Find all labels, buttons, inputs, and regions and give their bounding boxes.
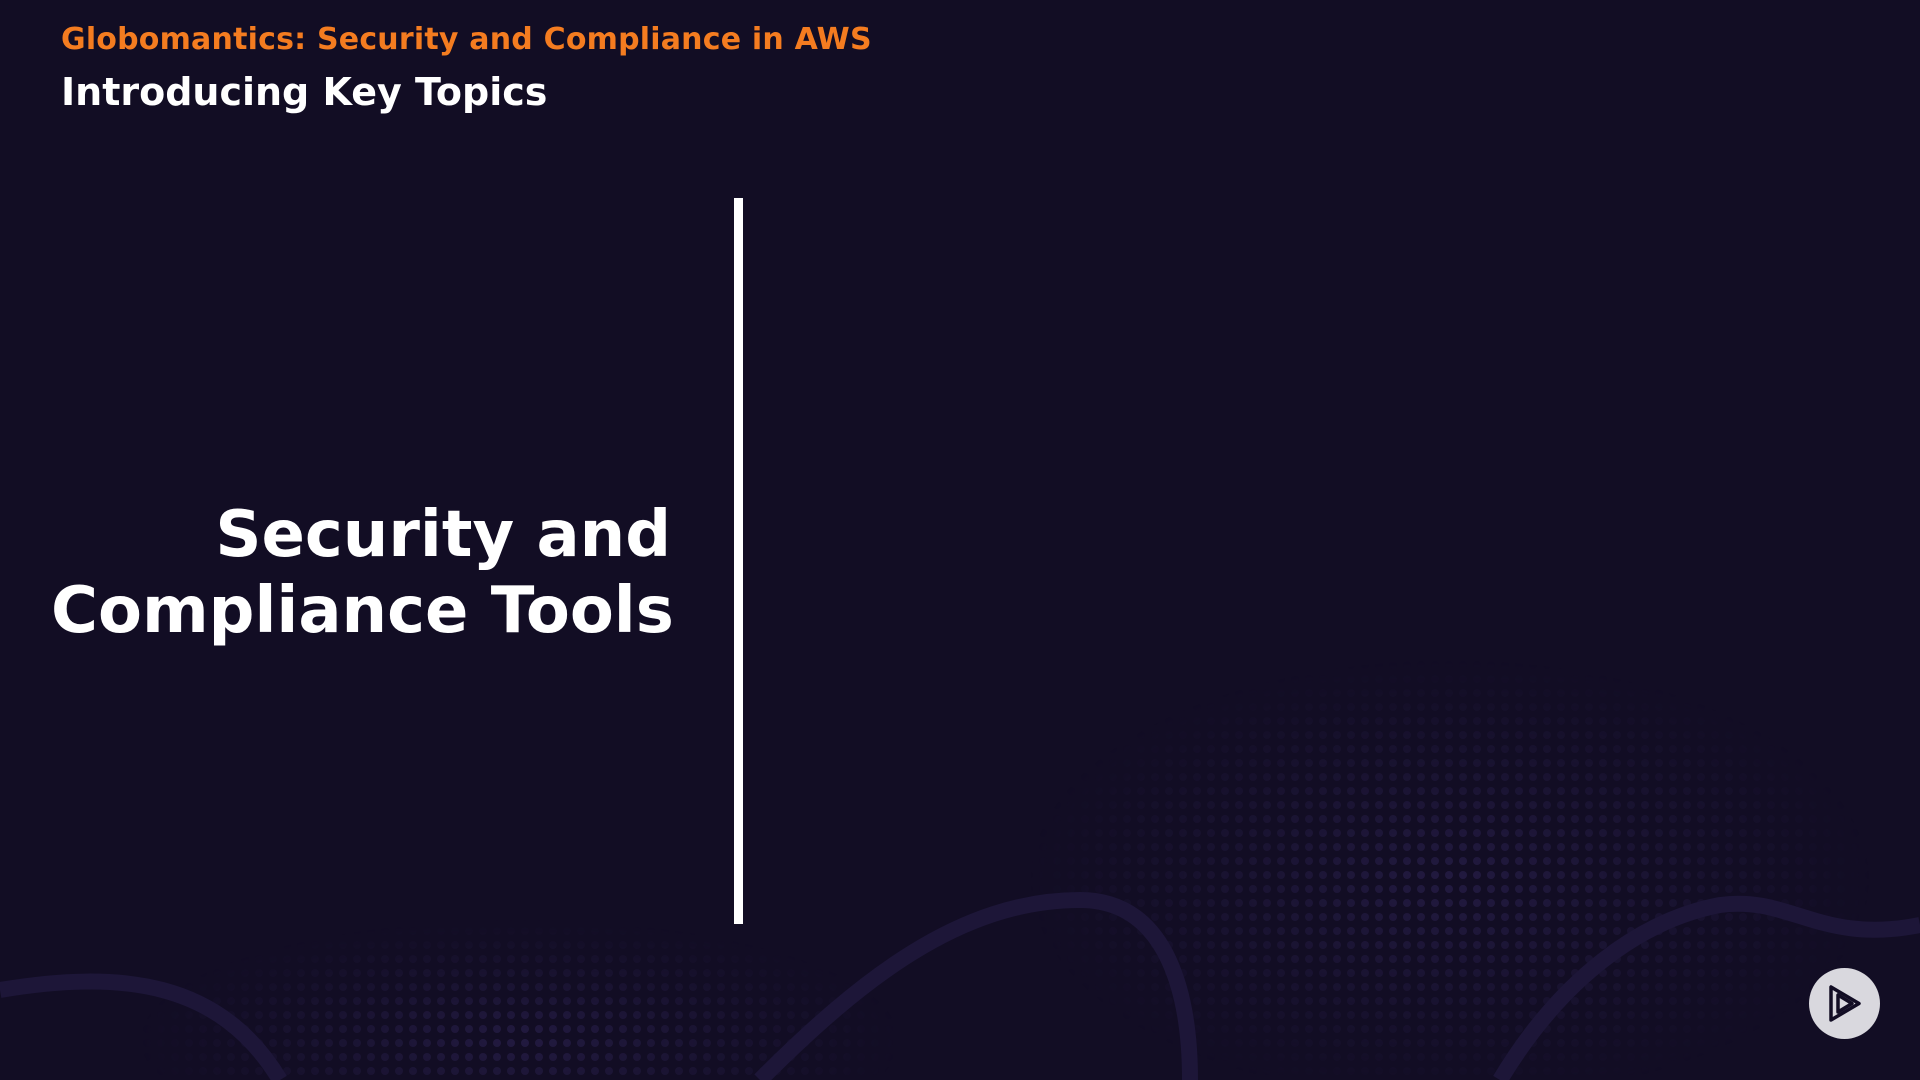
vertical-divider [734,198,743,924]
slide: Globomantics: Security and Compliance in… [0,0,1920,1080]
topic-title: Security and Compliance Tools [51,497,674,649]
topic-title-line-2: Compliance Tools [51,574,674,648]
play-logo-icon [1829,985,1861,1022]
topic-title-line-1: Security and [215,498,671,572]
module-title: Introducing Key Topics [61,70,548,114]
player-badge-button[interactable] [1809,968,1880,1039]
course-title: Globomantics: Security and Compliance in… [61,22,872,57]
